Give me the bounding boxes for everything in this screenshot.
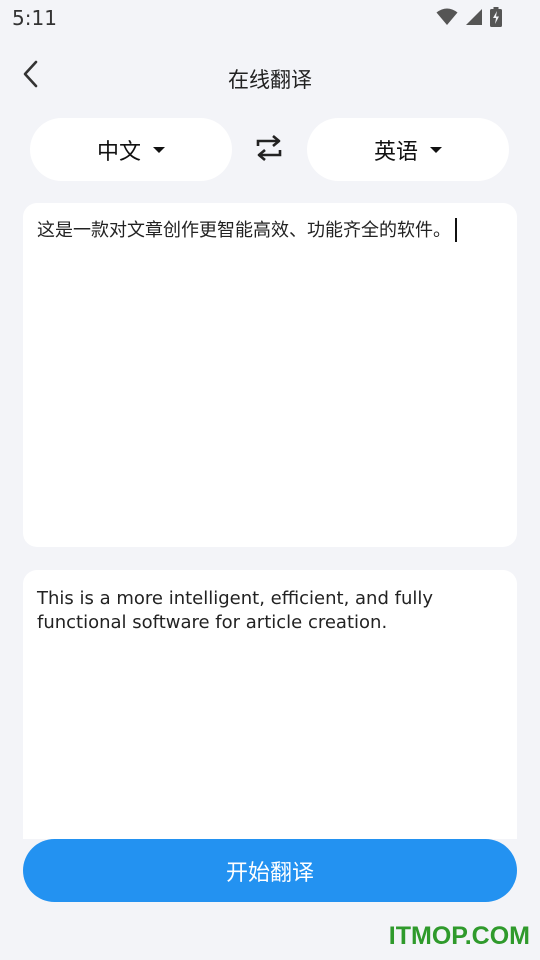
start-translate-button[interactable]: 开始翻译 xyxy=(23,839,517,902)
swap-arrows-icon xyxy=(254,134,284,166)
caret-down-icon xyxy=(430,146,442,153)
caret-down-icon xyxy=(153,146,165,153)
status-time: 5:11 xyxy=(12,6,57,30)
translate-screen: 5:11 在线翻译 中文 英语 这是一款对文章创作更智能高效、功能齐全的软件。 … xyxy=(0,0,540,960)
status-bar: 5:11 xyxy=(0,0,540,38)
wifi-icon xyxy=(436,8,458,26)
battery-charging-icon xyxy=(490,7,502,27)
source-text-content: 这是一款对文章创作更智能高效、功能齐全的软件。 xyxy=(37,218,503,243)
source-text-value: 这是一款对文章创作更智能高效、功能齐全的软件。 xyxy=(37,220,451,241)
translation-output: This is a more intelligent, efficient, a… xyxy=(23,570,517,839)
translation-text: This is a more intelligent, efficient, a… xyxy=(37,588,433,633)
page-title: 在线翻译 xyxy=(228,68,312,92)
swap-languages-button[interactable] xyxy=(250,132,288,168)
cellular-signal-icon xyxy=(465,8,483,26)
source-language-label: 中文 xyxy=(96,139,141,165)
target-language-selector[interactable]: 英语 xyxy=(307,118,509,181)
source-language-selector[interactable]: 中文 xyxy=(30,118,232,181)
target-language-label: 英语 xyxy=(373,139,418,165)
source-text-input[interactable]: 这是一款对文章创作更智能高效、功能齐全的软件。 xyxy=(23,203,517,547)
text-cursor xyxy=(455,218,457,242)
watermark: ITMOP.COM xyxy=(388,922,530,950)
status-icons xyxy=(436,7,502,27)
